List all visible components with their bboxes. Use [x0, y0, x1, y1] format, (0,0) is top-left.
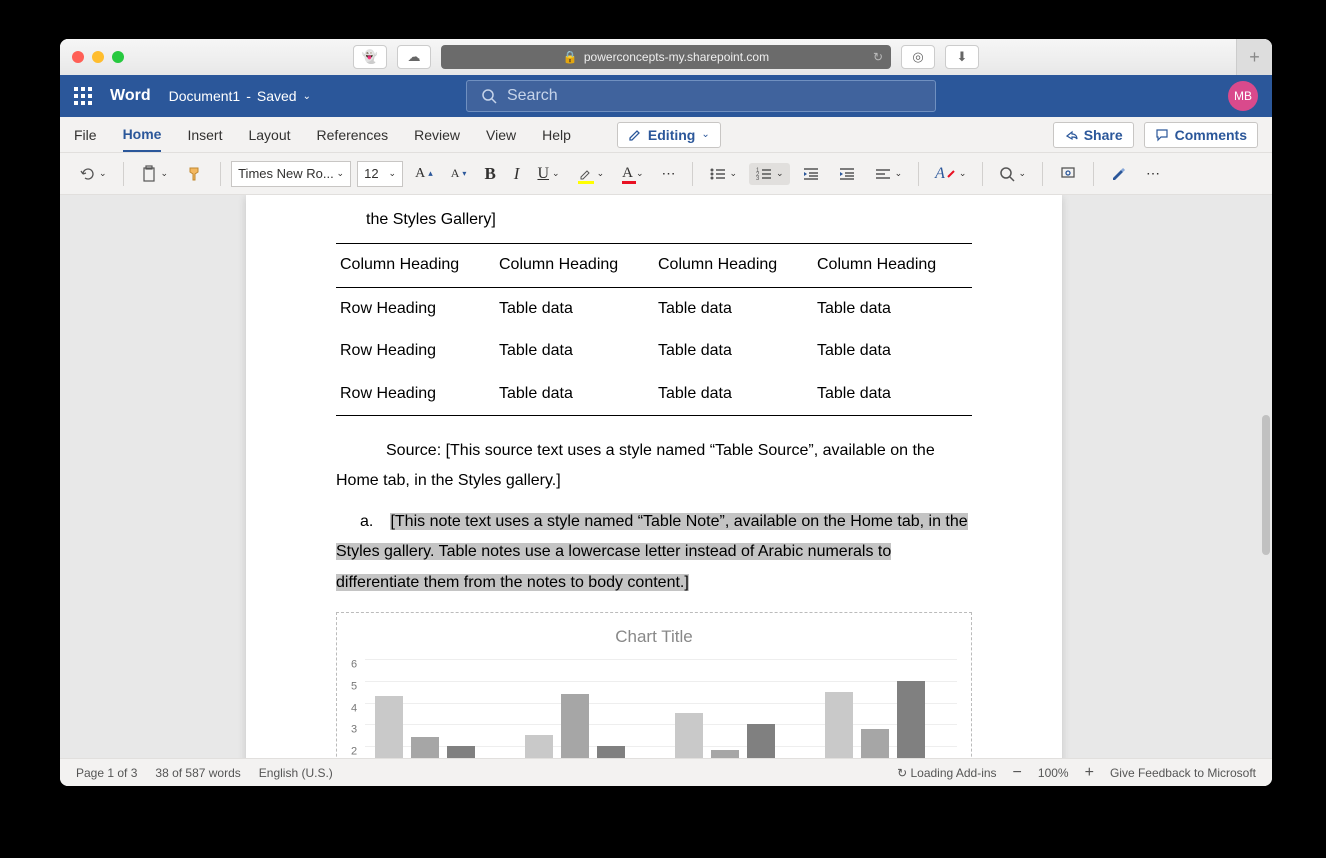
- zoom-in-button[interactable]: +: [1085, 764, 1094, 782]
- numbering-button[interactable]: 123⌄: [749, 163, 790, 185]
- page-indicator[interactable]: Page 1 of 3: [76, 766, 137, 780]
- more-button[interactable]: ⋯: [1140, 161, 1166, 186]
- feedback-link[interactable]: Give Feedback to Microsoft: [1110, 766, 1256, 780]
- table-header-row: Column Heading Column Heading Column Hea…: [336, 244, 972, 287]
- avatar[interactable]: MB: [1228, 81, 1258, 111]
- grow-font-button[interactable]: A▴: [409, 162, 439, 186]
- browser-titlebar: 👻 ☁ 🔒 powerconcepts-my.sharepoint.com ↻ …: [60, 39, 1272, 75]
- font-size-select[interactable]: 12⌄: [357, 161, 403, 187]
- page: the Styles Gallery] Column Heading Colum…: [246, 195, 1062, 758]
- tab-file[interactable]: File: [74, 119, 97, 151]
- pencil-icon: [628, 128, 642, 142]
- ribbon-tabs: File Home Insert Layout References Revie…: [60, 117, 1272, 153]
- tab-help[interactable]: Help: [542, 119, 571, 151]
- zoom-level[interactable]: 100%: [1038, 766, 1069, 780]
- document-canvas[interactable]: the Styles Gallery] Column Heading Colum…: [60, 195, 1272, 758]
- editor-button[interactable]: [1104, 161, 1134, 187]
- word-count[interactable]: 38 of 587 words: [155, 766, 240, 780]
- table-row: Row HeadingTable dataTable dataTable dat…: [336, 373, 972, 416]
- address-bar[interactable]: 🔒 powerconcepts-my.sharepoint.com ↻: [441, 45, 891, 69]
- font-family-select[interactable]: Times New Ro...⌄: [231, 161, 351, 187]
- font-color-button[interactable]: A⌄: [616, 161, 649, 186]
- chart-title: Chart Title: [351, 621, 957, 653]
- status-bar: Page 1 of 3 38 of 587 words English (U.S…: [60, 758, 1272, 786]
- reload-icon[interactable]: ↻: [873, 50, 883, 64]
- tab-review[interactable]: Review: [414, 119, 460, 151]
- app-name[interactable]: Word: [110, 87, 151, 105]
- vertical-scrollbar[interactable]: [1262, 415, 1270, 555]
- selected-text: [This note text uses a style named “Tabl…: [336, 513, 968, 591]
- comment-icon: [1155, 128, 1169, 142]
- downloads-button[interactable]: ⬇: [945, 45, 979, 69]
- share-icon: [1064, 128, 1078, 142]
- table-note: a. [This note text uses a style named “T…: [336, 507, 972, 598]
- language-indicator[interactable]: English (U.S.): [259, 766, 333, 780]
- decrease-indent-button[interactable]: [796, 163, 826, 185]
- tab-references[interactable]: References: [317, 119, 389, 151]
- tab-layout[interactable]: Layout: [248, 119, 290, 151]
- editing-mode-button[interactable]: Editing ⌄: [617, 122, 721, 148]
- privacy-button[interactable]: 👻: [353, 45, 387, 69]
- tab-view[interactable]: View: [486, 119, 516, 151]
- cloud-button[interactable]: ☁: [397, 45, 431, 69]
- maximize-button[interactable]: [112, 51, 124, 63]
- table-row: Row HeadingTable dataTable dataTable dat…: [336, 287, 972, 330]
- bullets-button[interactable]: ⌄: [703, 163, 744, 185]
- app-header: Word Document1 - Saved ⌄ Search MB: [60, 75, 1272, 117]
- table-row: Row HeadingTable dataTable dataTable dat…: [336, 330, 972, 372]
- chart-plot-area: 23456: [365, 659, 957, 758]
- more-formatting-button[interactable]: ⋯: [656, 161, 682, 186]
- document-title[interactable]: Document1 - Saved ⌄: [169, 88, 311, 104]
- reader-button[interactable]: ◎: [901, 45, 935, 69]
- find-button[interactable]: ⌄: [993, 162, 1032, 186]
- comments-button[interactable]: Comments: [1144, 122, 1258, 148]
- window-controls: [72, 51, 124, 63]
- dictate-button[interactable]: [1053, 161, 1083, 187]
- window: 👻 ☁ 🔒 powerconcepts-my.sharepoint.com ↻ …: [60, 39, 1272, 786]
- data-table: Column Heading Column Heading Column Hea…: [336, 243, 972, 416]
- paste-button[interactable]: ⌄: [134, 161, 175, 187]
- lock-icon: 🔒: [563, 50, 578, 64]
- format-painter-button[interactable]: [180, 161, 210, 187]
- toolbar: ⌄ ⌄ Times New Ro...⌄ 12⌄ A▴ A▾ B I U⌄ ⌄ …: [60, 153, 1272, 195]
- search-icon: [481, 88, 497, 104]
- minimize-button[interactable]: [92, 51, 104, 63]
- app-launcher-icon[interactable]: [74, 87, 92, 105]
- bold-button[interactable]: B: [478, 160, 501, 188]
- new-tab-button[interactable]: +: [1236, 39, 1272, 75]
- align-button[interactable]: ⌄: [868, 163, 909, 185]
- share-button[interactable]: Share: [1053, 122, 1134, 148]
- svg-text:3: 3: [756, 176, 760, 181]
- caption-tail: the Styles Gallery]: [336, 205, 972, 235]
- styles-button[interactable]: A⌄: [929, 161, 972, 187]
- chevron-down-icon: ⌄: [303, 91, 311, 102]
- increase-indent-button[interactable]: [832, 163, 862, 185]
- italic-button[interactable]: I: [508, 160, 526, 188]
- table-source: Source: [This source text uses a style n…: [336, 436, 972, 497]
- chart-object[interactable]: Chart Title 23456: [336, 612, 972, 758]
- highlight-button[interactable]: ⌄: [572, 162, 611, 186]
- underline-button[interactable]: U⌄: [531, 161, 565, 187]
- tab-home[interactable]: Home: [123, 118, 162, 152]
- chevron-down-icon: ⌄: [701, 129, 709, 140]
- url-text: powerconcepts-my.sharepoint.com: [584, 50, 769, 64]
- tab-insert[interactable]: Insert: [187, 119, 222, 151]
- addins-status: ↻ Loading Add-ins: [897, 766, 996, 780]
- search-input[interactable]: Search: [466, 80, 936, 112]
- zoom-out-button[interactable]: −: [1013, 764, 1022, 782]
- close-button[interactable]: [72, 51, 84, 63]
- undo-button[interactable]: ⌄: [72, 161, 113, 187]
- shrink-font-button[interactable]: A▾: [445, 162, 473, 185]
